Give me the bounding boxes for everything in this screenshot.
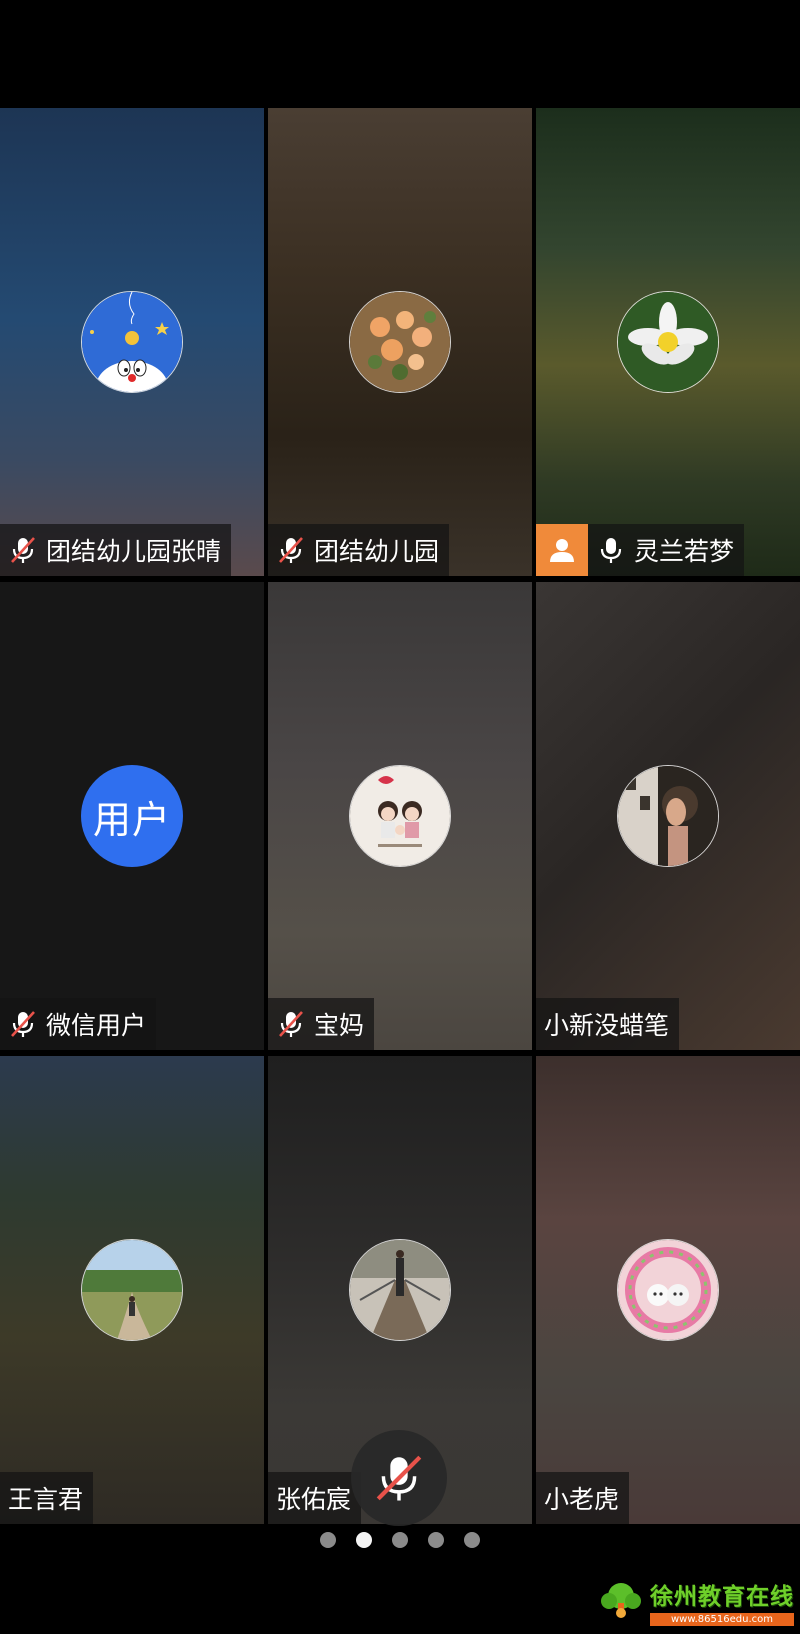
cartoon-family-avatar <box>349 765 451 867</box>
participant-name: 团结幼儿园 <box>314 537 440 566</box>
host-badge-icon <box>536 524 588 576</box>
participant-label: 微信用户 <box>0 998 157 1050</box>
page-dot[interactable] <box>464 1532 480 1548</box>
participant-label: 王言君 <box>0 1472 94 1524</box>
participant-tile[interactable]: 小新没蜡笔 <box>536 582 800 1050</box>
page-indicator <box>0 1532 800 1548</box>
video-grid: 团结幼儿园张晴 团结幼儿园 灵兰若梦 用户 微信用户 宝妈 小新没蜡笔 王言君 … <box>0 108 800 1524</box>
lotus-avatar <box>617 291 719 393</box>
tree-logo-icon <box>601 1582 641 1618</box>
bridge-photo-avatar <box>349 1239 451 1341</box>
roses-avatar <box>349 291 451 393</box>
portrait-avatar <box>617 765 719 867</box>
page-dot[interactable] <box>392 1532 408 1548</box>
path-photo-avatar <box>81 1239 183 1341</box>
page-dot[interactable] <box>320 1532 336 1548</box>
participant-tile[interactable]: 团结幼儿园张晴 <box>0 108 264 576</box>
participant-label: 宝妈 <box>268 998 375 1050</box>
participant-name: 团结幼儿园张晴 <box>46 537 222 566</box>
participant-label: 团结幼儿园 <box>268 524 450 576</box>
participant-tile[interactable]: 团结幼儿园 <box>268 108 532 576</box>
mic-muted-icon <box>279 537 303 563</box>
participant-label: 小老虎 <box>536 1472 630 1524</box>
participant-label: 团结幼儿园张晴 <box>0 524 232 576</box>
mic-muted-icon <box>11 1011 35 1037</box>
page-dot[interactable] <box>428 1532 444 1548</box>
participant-name: 小老虎 <box>544 1485 620 1514</box>
participant-name: 宝妈 <box>314 1011 365 1040</box>
mic-muted-icon <box>376 1455 422 1501</box>
participant-label: 张佑宸 <box>268 1472 362 1524</box>
participant-label: 灵兰若梦 <box>536 524 745 576</box>
watermark-title: 徐州教育在线 <box>650 1583 794 1610</box>
mic-muted-icon <box>279 1011 303 1037</box>
kittens-wreath-avatar <box>617 1239 719 1341</box>
mic-toggle-button[interactable] <box>351 1430 447 1526</box>
participant-tile[interactable]: 灵兰若梦 <box>536 108 800 576</box>
doraemon-avatar <box>81 291 183 393</box>
participant-tile[interactable]: 小老虎 <box>536 1056 800 1524</box>
text-avatar: 用户 <box>81 765 183 867</box>
participant-name: 小新没蜡笔 <box>544 1011 670 1040</box>
participant-tile[interactable]: 用户 微信用户 <box>0 582 264 1050</box>
participant-name: 张佑宸 <box>276 1485 352 1514</box>
mic-muted-icon <box>11 537 35 563</box>
watermark-url: www.86516edu.com <box>650 1613 794 1626</box>
page-dot-active[interactable] <box>356 1532 372 1548</box>
participant-name: 王言君 <box>8 1485 84 1514</box>
participant-name: 微信用户 <box>46 1011 147 1040</box>
mic-icon <box>600 538 622 563</box>
participant-tile[interactable]: 王言君 <box>0 1056 264 1524</box>
participant-label: 小新没蜡笔 <box>536 998 680 1050</box>
participant-name: 灵兰若梦 <box>634 537 735 566</box>
watermark: 徐州教育在线 www.86516edu.com <box>596 1577 794 1626</box>
participant-tile[interactable]: 宝妈 <box>268 582 532 1050</box>
